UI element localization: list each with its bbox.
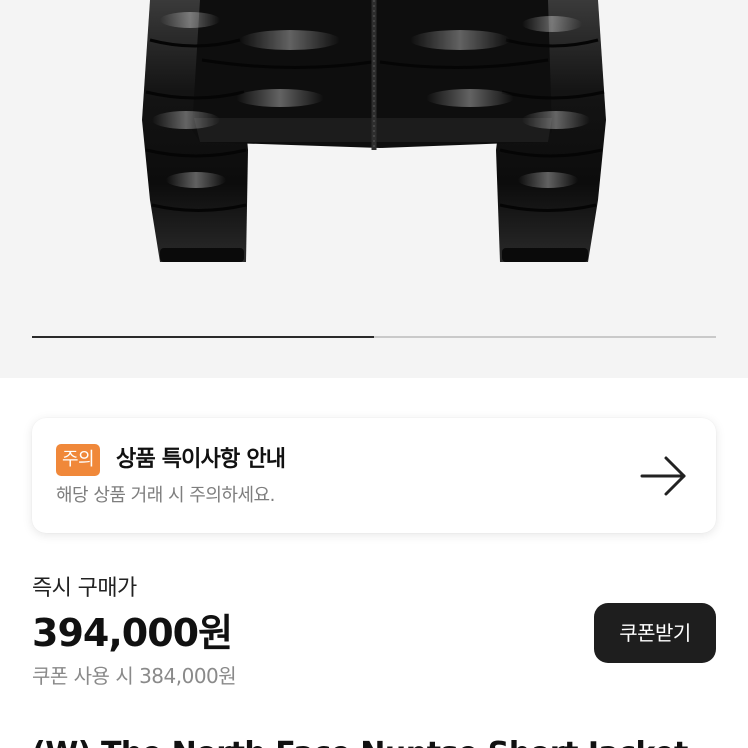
get-coupon-button[interactable]: 쿠폰받기 [594,603,716,663]
product-notice-card[interactable]: 주의 상품 특이사항 안내 해당 상품 거래 시 주의하세요. [32,418,716,533]
caution-badge: 주의 [56,444,101,476]
arrow-right-icon[interactable] [638,452,690,500]
notice-title: 상품 특이사항 안내 [116,447,286,472]
coupon-applied-price: 쿠폰 사용 시 384,000원 [32,664,237,688]
notice-description: 해당 상품 거래 시 주의하세요. [56,485,275,506]
black-puffer-jacket-image [142,0,606,262]
product-detail-page: 주의 상품 특이사항 안내 해당 상품 거래 시 주의하세요. 즉시 구매가 3… [0,0,748,748]
image-slide-indicator [32,336,716,338]
image-slide-indicator-fill [32,336,374,338]
product-title: (W) The North Face Nuptse Short Jacket [32,734,688,748]
instant-buy-price: 394,000원 [32,611,233,655]
product-image-carousel[interactable] [0,0,748,378]
instant-buy-price-label: 즉시 구매가 [32,576,137,601]
